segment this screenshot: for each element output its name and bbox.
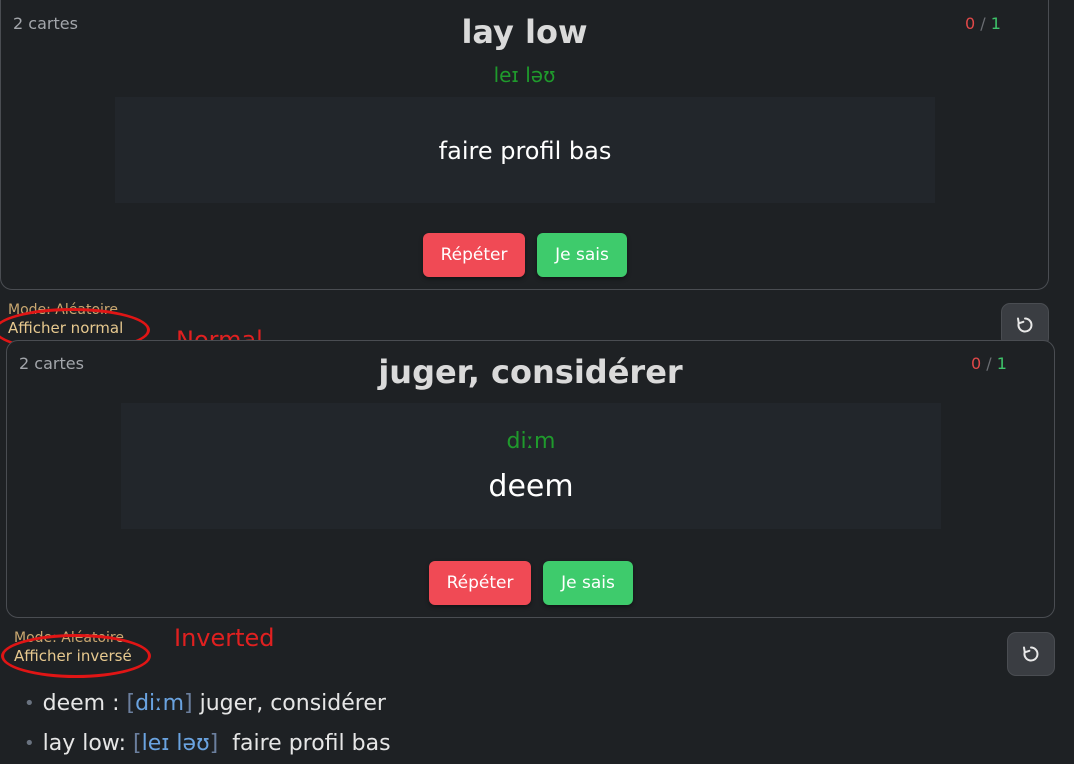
list-meaning: faire profil bas [232, 731, 391, 756]
know-button[interactable]: Je sais [537, 233, 627, 277]
card-title: lay low [461, 13, 588, 51]
flashcard-normal: 2 cartes 0 / 1 lay low leɪ ləʊ faire pro… [0, 0, 1049, 290]
answer-panel: diːm deem [121, 403, 941, 529]
reset-rotate-icon [1023, 646, 1039, 662]
answer-text: deem [488, 469, 574, 504]
bullet-icon: • [24, 733, 35, 754]
card-title: juger, considérer [378, 353, 683, 391]
annotation-label: Inverted [174, 624, 275, 652]
flashcard-inverted: 2 cartes 0 / 1 juger, considérer diːm de… [6, 340, 1055, 618]
reset-button[interactable] [1007, 632, 1055, 676]
list-bracket-open: [ [133, 731, 142, 756]
phonetic: leɪ ləʊ [493, 63, 556, 87]
list-bracket-close: ] [209, 731, 219, 756]
list-meaning: juger, considérer [199, 691, 386, 716]
list-word: deem : [42, 691, 120, 716]
list-word: lay low: [42, 731, 127, 756]
answer-text: faire profil bas [438, 137, 612, 165]
list-item: • lay low: [leɪ ləʊ] faire profil bas [24, 724, 391, 764]
list-bracket-close: ] [184, 691, 193, 716]
repeat-button[interactable]: Répéter [429, 561, 531, 605]
bullet-icon: • [24, 693, 35, 714]
repeat-button[interactable]: Répéter [423, 233, 525, 277]
list-ipa: leɪ ləʊ [141, 731, 210, 756]
list-ipa: diːm [135, 691, 185, 716]
word-list: • deem : [diːm] juger, considérer • lay … [24, 684, 391, 764]
phonetic: diːm [506, 429, 556, 454]
annotation-oval [1, 634, 151, 678]
list-bracket-open: [ [126, 691, 136, 716]
know-button[interactable]: Je sais [543, 561, 633, 605]
reset-rotate-icon [1017, 317, 1033, 333]
answer-panel: faire profil bas [115, 97, 935, 203]
list-item: • deem : [diːm] juger, considérer [24, 684, 391, 724]
